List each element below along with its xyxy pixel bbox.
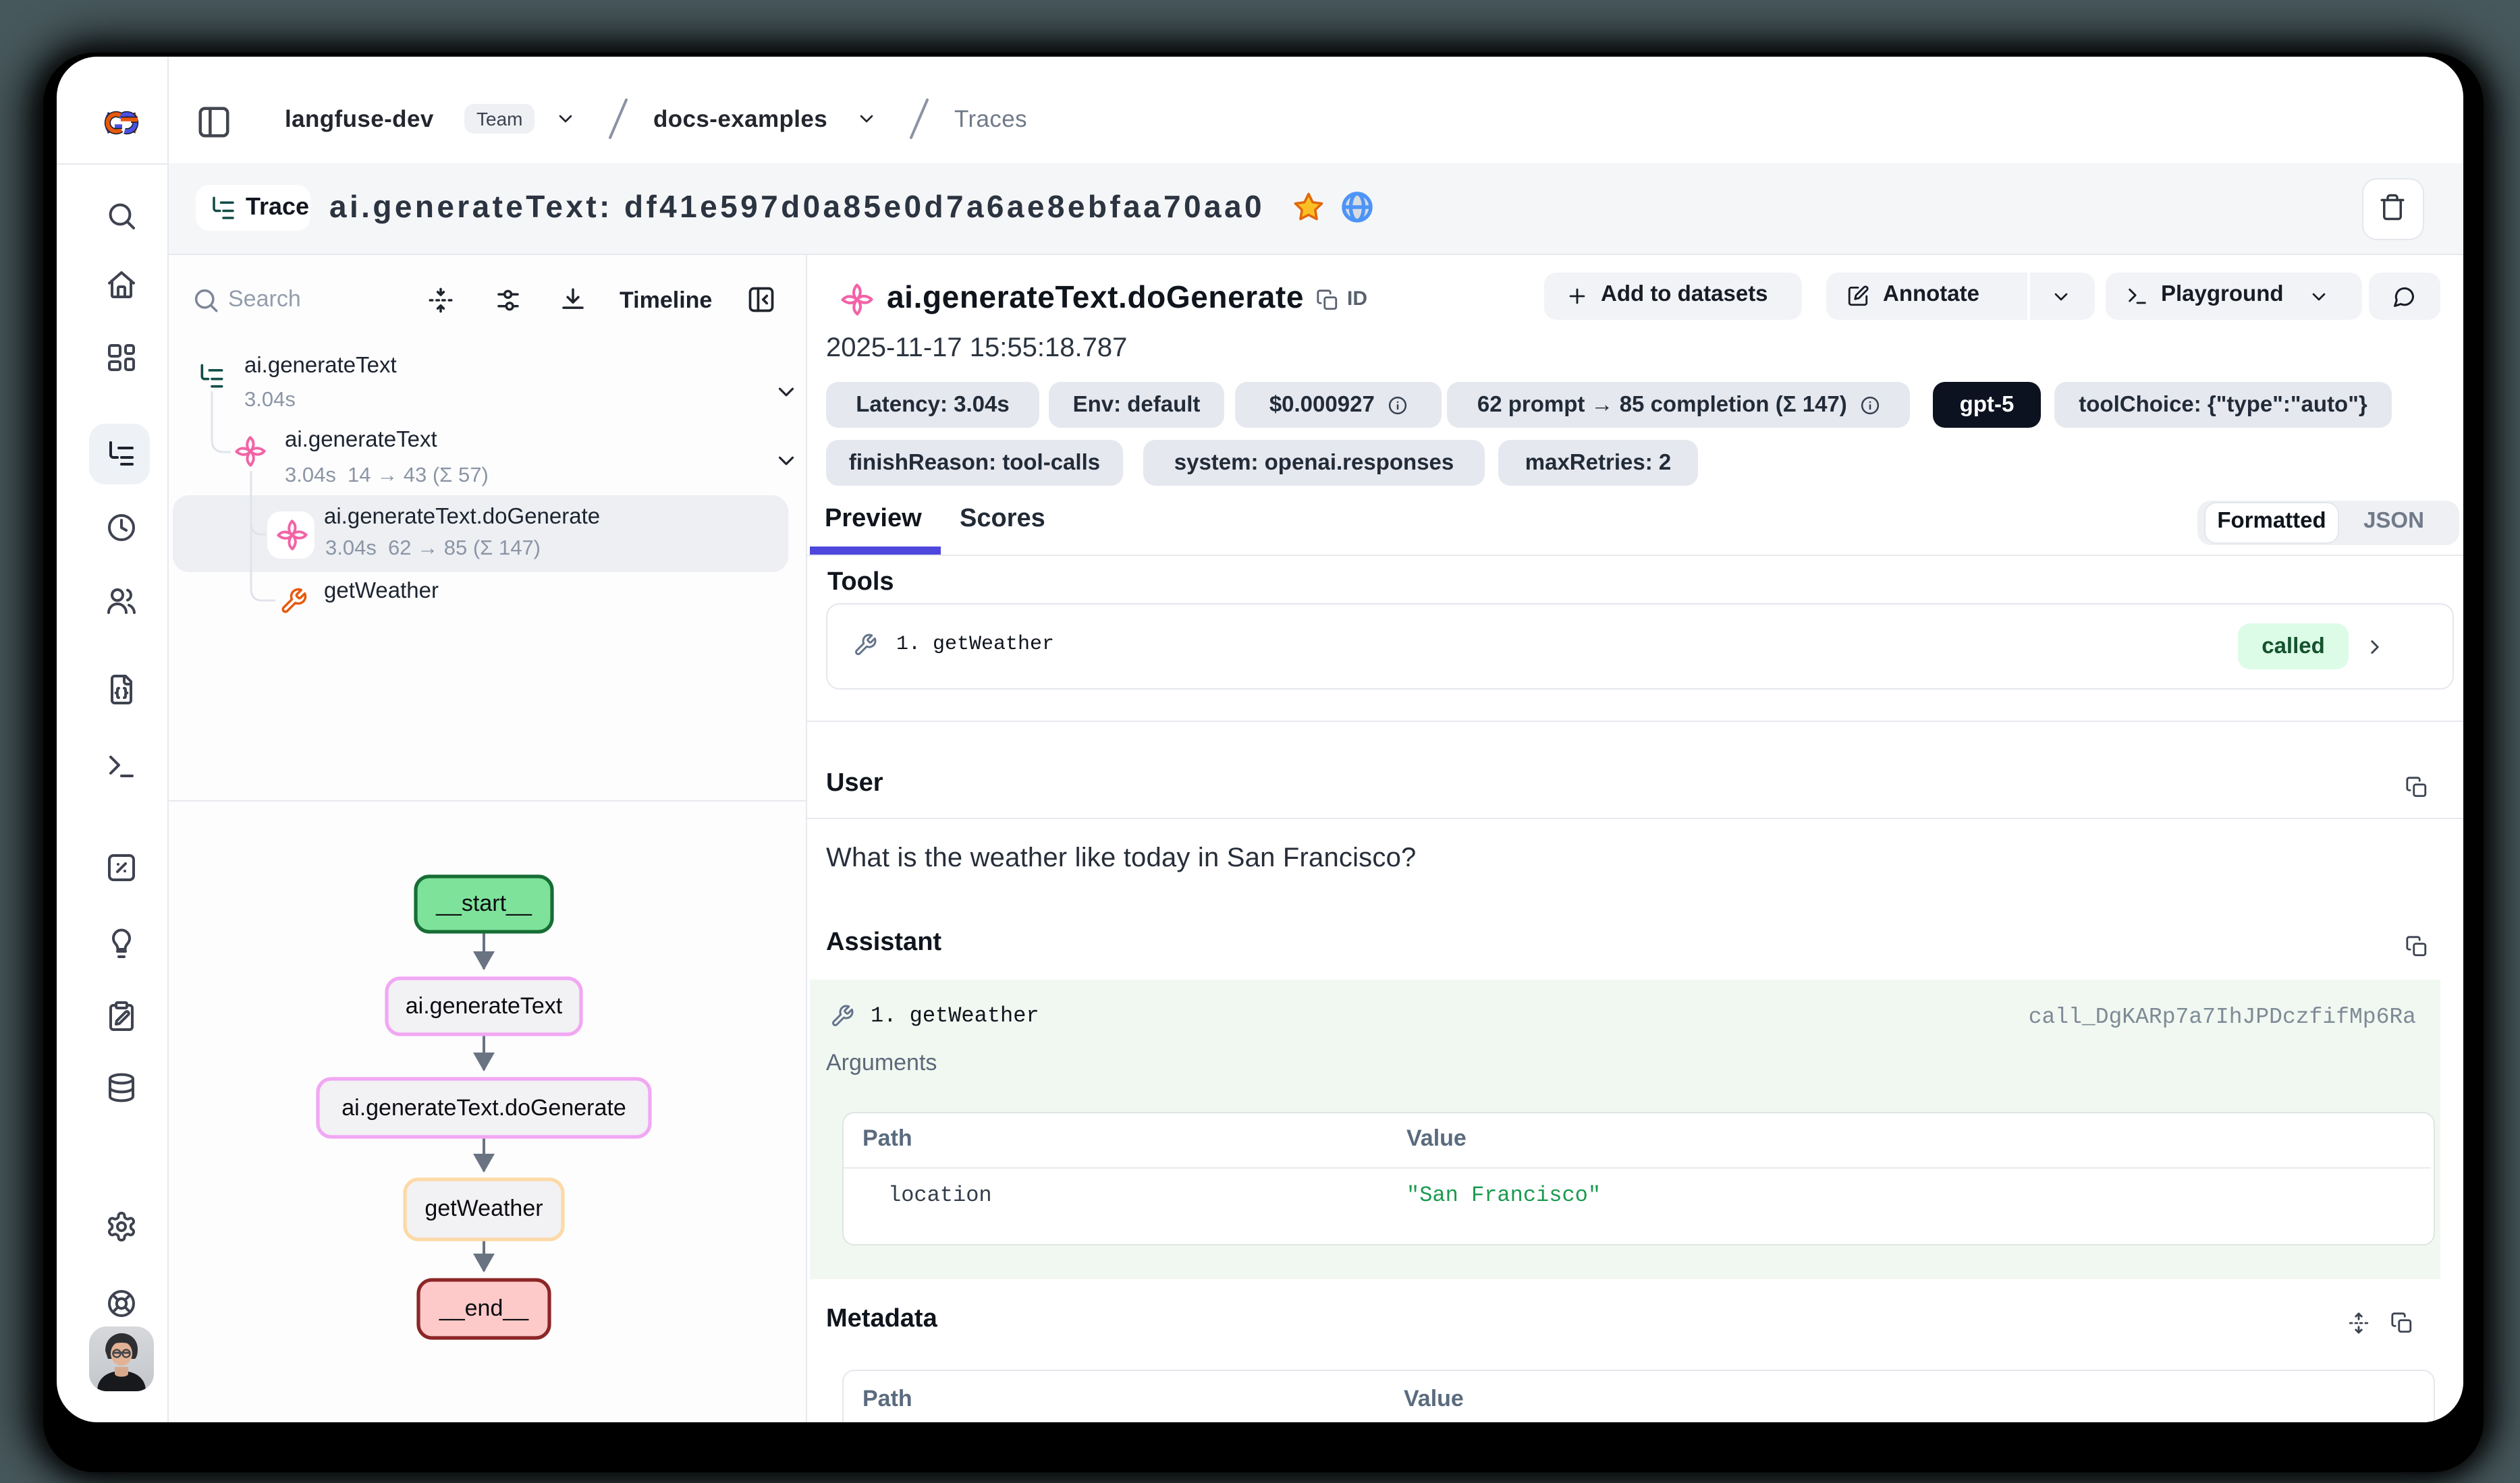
svg-text:ai.generateText: ai.generateText — [406, 993, 563, 1019]
svg-text:getWeather: getWeather — [424, 1196, 543, 1221]
svg-text:__start__: __start__ — [435, 891, 532, 916]
svg-text:ai.generateText.doGenerate: ai.generateText.doGenerate — [341, 1095, 626, 1121]
svg-text:__end__: __end__ — [439, 1295, 529, 1321]
